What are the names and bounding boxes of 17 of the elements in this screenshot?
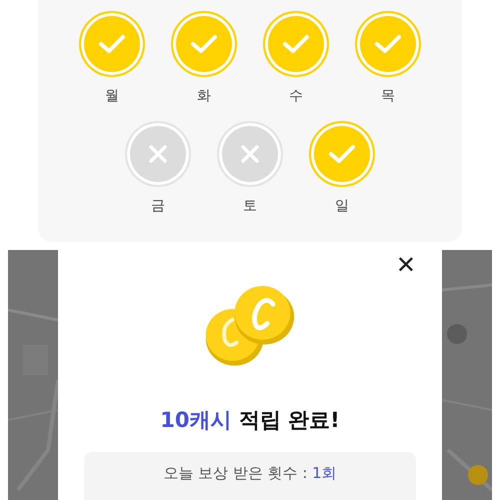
check-icon [282,33,310,55]
close-button[interactable]: ✕ [392,252,420,278]
check-icon [374,33,402,55]
day-label: 목 [381,87,395,105]
check-icon [98,33,126,55]
day-label: 화 [197,87,211,105]
check-icon [190,33,218,55]
day-label: 수 [289,87,303,105]
day-label: 금 [151,197,165,215]
day-label: 토 [243,197,257,215]
day-label: 일 [335,197,349,215]
cross-icon [240,144,260,164]
day-label: 월 [105,87,119,105]
reward-title: 10캐시 적립 완료! [160,406,340,434]
reward-count-text: 오늘 보상 받은 횟수 : 1회 [163,464,337,484]
cross-icon [148,144,168,164]
check-icon [328,143,356,165]
